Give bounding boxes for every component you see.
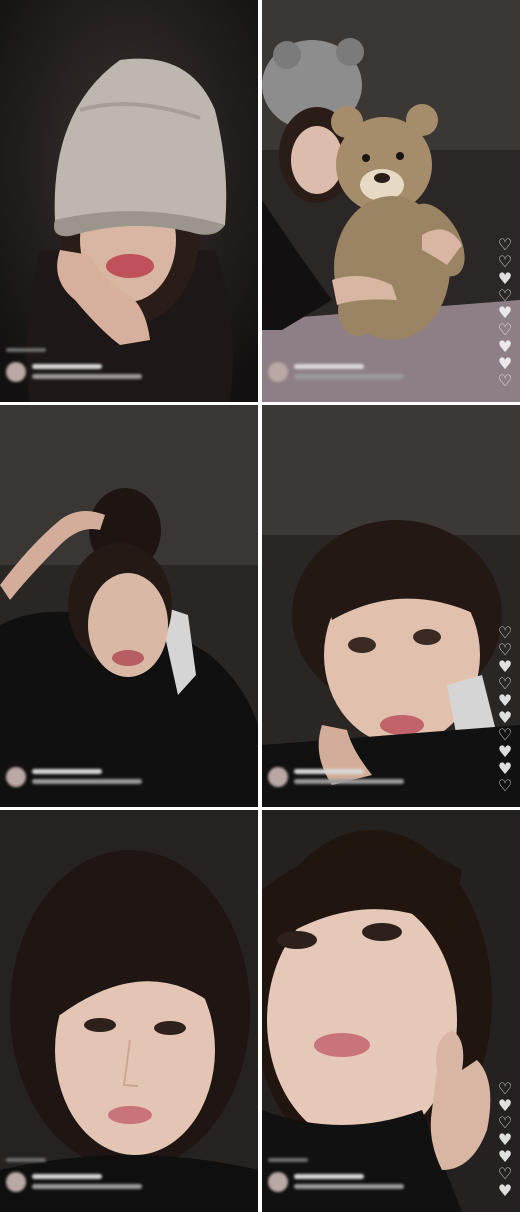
heart-icon: ♥ (497, 1130, 513, 1149)
avatar (268, 1172, 288, 1192)
video-frame-2: ♡ ♡ ♥ ♡ ♥ ♡ ♥ ♥ ♡ (262, 0, 520, 402)
avatar (6, 362, 26, 382)
heart-icon: ♥ (497, 657, 513, 676)
heart-icon: ♡ (497, 1079, 513, 1098)
heart-icon: ♥ (497, 691, 513, 710)
hearts-stream: ♡ ♡ ♥ ♡ ♥ ♡ ♥ ♥ ♡ (494, 235, 516, 390)
photo-woman-closeup-lying (262, 405, 520, 807)
video-frame-5 (0, 810, 258, 1212)
photo-woman-bucket-hat (0, 0, 258, 402)
video-frame-6: ♡ ♥ ♡ ♥ ♥ ♡ ♥ (262, 810, 520, 1212)
heart-icon: ♥ (497, 269, 513, 288)
hearts-stream: ♡ ♥ ♡ ♥ ♥ ♡ ♥ (494, 1079, 516, 1200)
heart-icon: ♡ (497, 286, 513, 305)
photo-woman-closeup-waving (262, 810, 520, 1212)
blurred-comment (6, 348, 146, 388)
heart-icon: ♡ (497, 640, 513, 659)
photo-woman-hand-in-hair (0, 405, 258, 807)
heart-icon: ♥ (497, 1181, 513, 1200)
heart-icon: ♡ (497, 1164, 513, 1183)
avatar (6, 1172, 26, 1192)
hearts-stream: ♡ ♡ ♥ ♡ ♥ ♥ ♡ ♥ ♥ ♡ (494, 623, 516, 795)
blurred-comment (268, 753, 408, 793)
video-frame-3 (0, 405, 258, 807)
heart-icon: ♥ (497, 303, 513, 322)
heart-icon: ♡ (497, 725, 513, 744)
heart-icon: ♡ (497, 674, 513, 693)
heart-icon: ♡ (497, 371, 513, 390)
heart-icon: ♡ (497, 252, 513, 271)
heart-icon: ♥ (497, 1147, 513, 1166)
photo-woman-closeup-face (0, 810, 258, 1212)
heart-icon: ♡ (497, 776, 513, 795)
video-frame-1 (0, 0, 258, 402)
heart-icon: ♥ (497, 337, 513, 356)
blurred-comment (268, 1158, 408, 1198)
heart-icon: ♥ (497, 708, 513, 727)
avatar (268, 362, 288, 382)
heart-icon: ♥ (497, 354, 513, 373)
heart-icon: ♥ (497, 1096, 513, 1115)
heart-icon: ♥ (497, 759, 513, 778)
blurred-comment (268, 348, 408, 388)
photo-woman-with-teddy-bear (262, 0, 520, 402)
heart-icon: ♥ (497, 742, 513, 761)
blurred-comment (6, 753, 146, 793)
heart-icon: ♡ (497, 623, 513, 642)
video-frame-4: ♡ ♡ ♥ ♡ ♥ ♥ ♡ ♥ ♥ ♡ (262, 405, 520, 807)
heart-icon: ♡ (497, 320, 513, 339)
heart-icon: ♡ (497, 235, 513, 254)
avatar (268, 767, 288, 787)
screenshot-collage: ♡ ♡ ♥ ♡ ♥ ♡ ♥ ♥ ♡ ♡ ♡ ♥ ♡ ♥ ♥ ♡ ♥ ♥ ♡ ♡ … (0, 0, 520, 1212)
avatar (6, 767, 26, 787)
blurred-comment (6, 1158, 146, 1198)
heart-icon: ♡ (497, 1113, 513, 1132)
